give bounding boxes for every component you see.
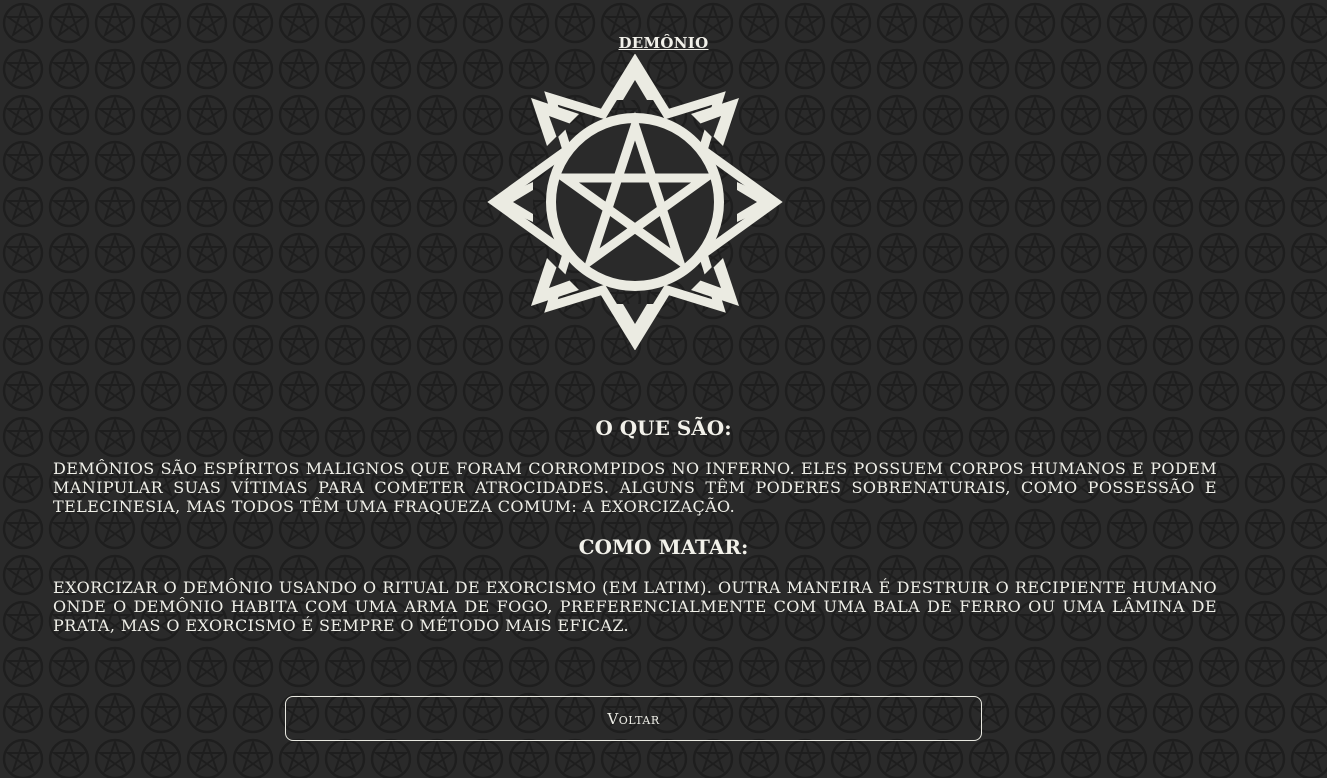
page-title: DEMÔNIO: [618, 34, 709, 52]
page-container: DEMÔNIO O QUE SÃO: DEMÔNIOS SÃO ESPÍRITO…: [0, 0, 1327, 778]
section-heading-how-to-kill: COMO MATAR:: [578, 535, 749, 559]
section-heading-what-are: O QUE SÃO:: [595, 416, 732, 440]
devils-trap-pentagram-icon: [487, 54, 783, 350]
section-text-what-are: Demônios são espíritos malignos que fora…: [53, 459, 1217, 516]
back-button[interactable]: Voltar: [285, 696, 982, 741]
section-text-how-to-kill: Exorcizar o demônio usando o ritual de e…: [53, 578, 1217, 635]
